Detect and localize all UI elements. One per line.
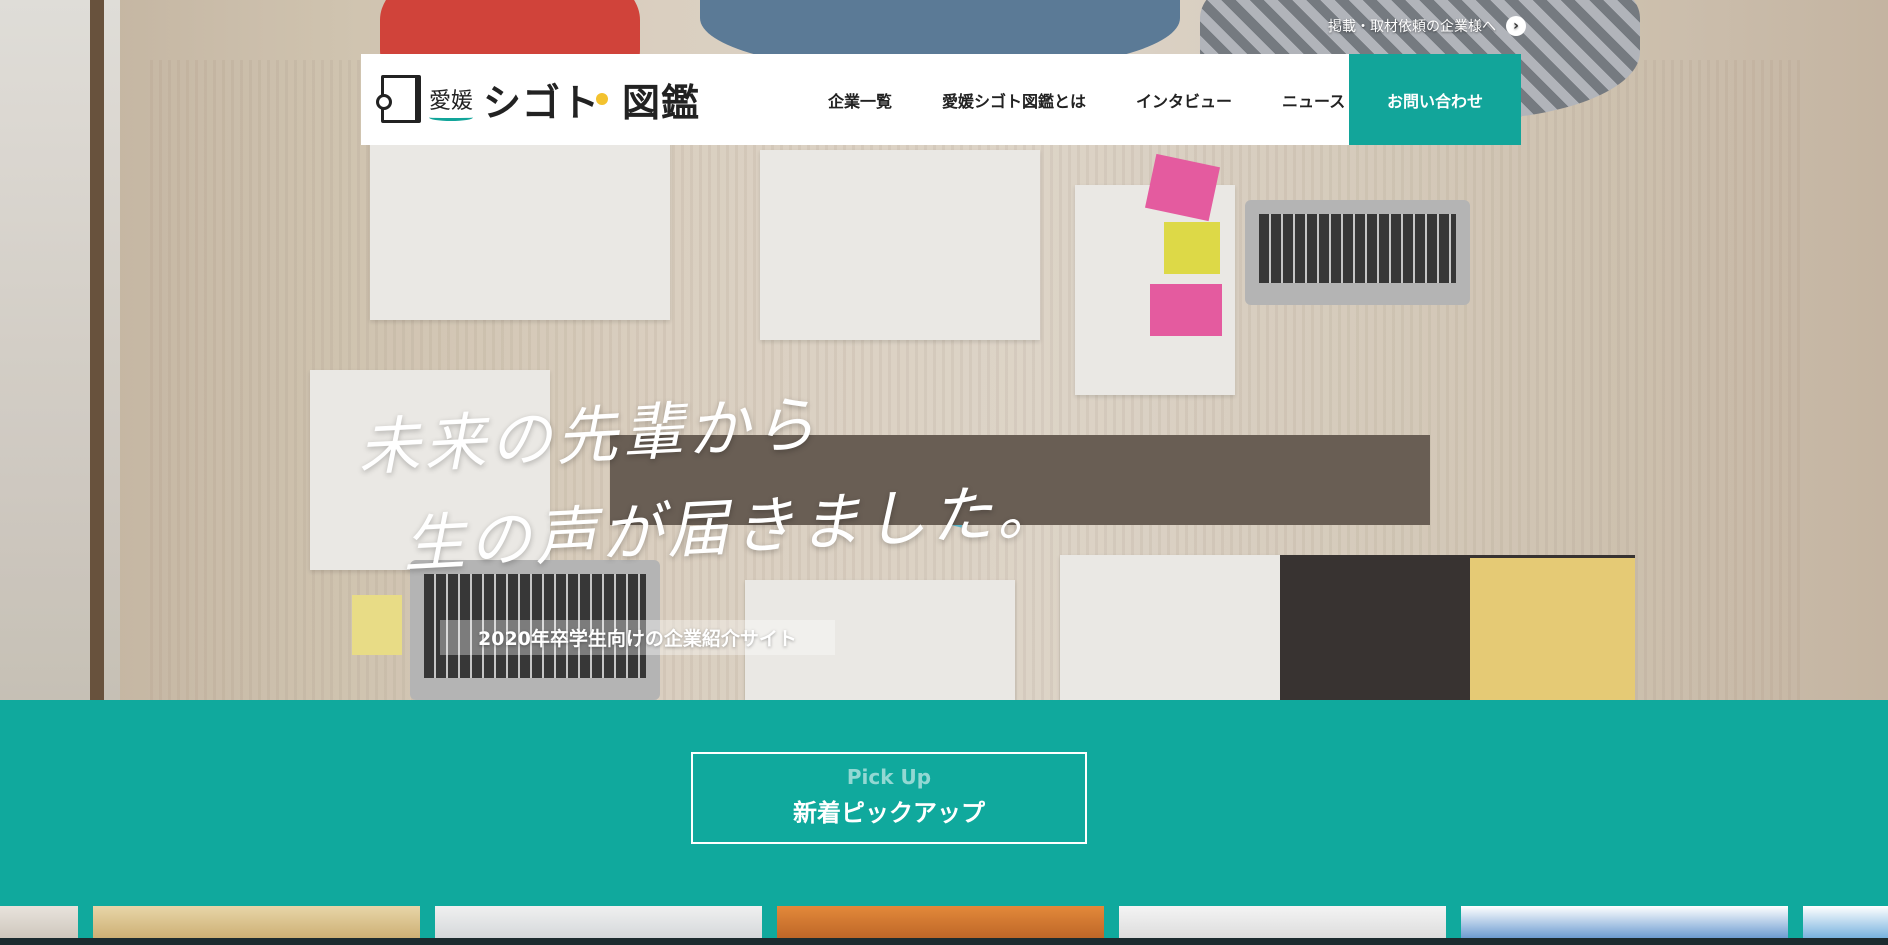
logo-shigoto: シゴト (483, 80, 601, 125)
logo-dot-icon (596, 93, 609, 105)
advertiser-link[interactable]: 掲載・取材依頼の企業様へ › (1328, 16, 1526, 36)
logo-zukan: 図鑑 (622, 80, 701, 125)
main-nav: 企業一覧 愛媛シゴト図鑑とは インタビュー ニュース (803, 54, 1370, 145)
nav-interview[interactable]: インタビュー (1111, 88, 1257, 112)
hero-subcatch: 2020年卒学生向けの企業紹介サイト (440, 620, 835, 655)
site-header: 愛媛 シゴト 図鑑 企業一覧 愛媛シゴト図鑑とは インタビュー ニュース お問い… (361, 54, 1521, 145)
pickup-heading: Pick Up 新着ピックアップ (691, 752, 1087, 844)
nav-about[interactable]: 愛媛シゴト図鑑とは (917, 88, 1111, 112)
contact-button[interactable]: お問い合わせ (1349, 54, 1521, 145)
book-icon (376, 75, 421, 123)
nav-company-list[interactable]: 企業一覧 (803, 88, 917, 112)
hero-catchcopy: 未来の先輩から 生の声が届きました。 (355, 362, 1064, 597)
pickup-label-en: Pick Up (846, 765, 932, 789)
bottom-edge (0, 938, 1888, 945)
site-logo[interactable]: 愛媛 シゴト 図鑑 (376, 72, 701, 126)
logo-prefecture: 愛媛 (429, 83, 474, 121)
arrow-right-circle-icon: › (1506, 16, 1526, 36)
advertiser-link-label: 掲載・取材依頼の企業様へ (1328, 19, 1496, 35)
hero-catch-line1: 未来の先輩から (355, 387, 822, 485)
pickup-label-ja: 新着ピックアップ (793, 799, 985, 827)
